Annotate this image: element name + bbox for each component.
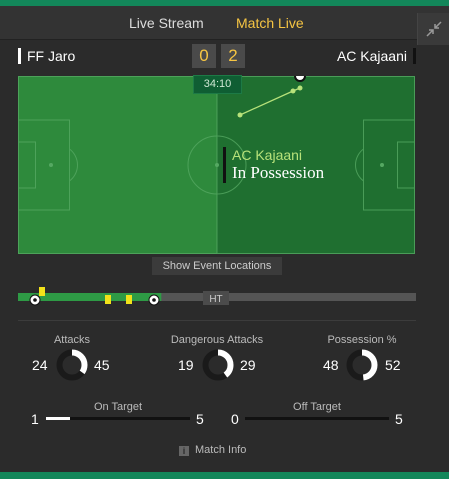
away-team-name: AC Kajaani xyxy=(337,48,416,64)
possession-away: 52 xyxy=(385,357,401,373)
off-target-title: Off Target xyxy=(293,401,341,413)
dangerous-attacks-away: 29 xyxy=(240,357,256,373)
scoreboard: FF Jaro 0 2 AC Kajaani xyxy=(0,44,449,70)
attacks-donut xyxy=(56,349,88,381)
yellow-card-icon xyxy=(105,295,111,304)
tab-live-stream[interactable]: Live Stream xyxy=(129,15,204,31)
possession-team-name: AC Kajaani xyxy=(232,147,303,163)
pitch xyxy=(18,70,415,254)
dangerous-attacks-home: 19 xyxy=(178,357,194,373)
ball-marker xyxy=(294,70,306,82)
show-event-locations-button[interactable]: Show Event Locations xyxy=(152,257,282,275)
on-target-title: On Target xyxy=(93,401,143,413)
collapse-button[interactable] xyxy=(417,13,449,45)
possession-label: In Possession xyxy=(232,163,325,182)
yellow-card-icon xyxy=(126,295,132,304)
possession-title: Possession % xyxy=(327,334,397,346)
on-target-home: 1 xyxy=(31,411,39,427)
away-score: 2 xyxy=(221,44,245,68)
on-target-bar xyxy=(46,417,190,420)
match-info-link[interactable]: i Match Info xyxy=(179,444,246,456)
possession-donut xyxy=(346,349,378,381)
match-clock: 34:10 xyxy=(193,75,242,94)
possession-indicator: AC Kajaani In Possession xyxy=(223,147,324,183)
home-score: 0 xyxy=(192,44,216,68)
tab-bar: Live Stream Match Live xyxy=(0,6,449,45)
football-icon xyxy=(148,294,160,306)
dangerous-attacks-title: Dangerous Attacks xyxy=(170,334,264,346)
half-time-marker: HT xyxy=(209,294,222,305)
tab-match-live[interactable]: Match Live xyxy=(236,15,304,31)
off-target-home: 0 xyxy=(231,411,239,427)
dangerous-attacks-donut xyxy=(202,349,234,381)
off-target-bar xyxy=(245,417,389,420)
attacks-title: Attacks xyxy=(53,334,91,346)
match-timeline: HT xyxy=(18,286,416,310)
on-target-away: 5 xyxy=(196,411,204,427)
on-target-bar-fill xyxy=(46,417,70,420)
bottom-accent-bar xyxy=(0,472,449,479)
yellow-card-icon xyxy=(39,287,45,296)
attacks-away: 45 xyxy=(94,357,110,373)
divider xyxy=(18,320,416,321)
possession-home: 48 xyxy=(323,357,339,373)
match-info-label: Match Info xyxy=(195,444,247,456)
football-icon xyxy=(29,294,41,306)
off-target-away: 5 xyxy=(395,411,403,427)
info-icon: i xyxy=(179,446,189,456)
home-team-name: FF Jaro xyxy=(18,48,75,64)
attacks-home: 24 xyxy=(32,357,48,373)
collapse-arrows-icon xyxy=(426,21,442,37)
